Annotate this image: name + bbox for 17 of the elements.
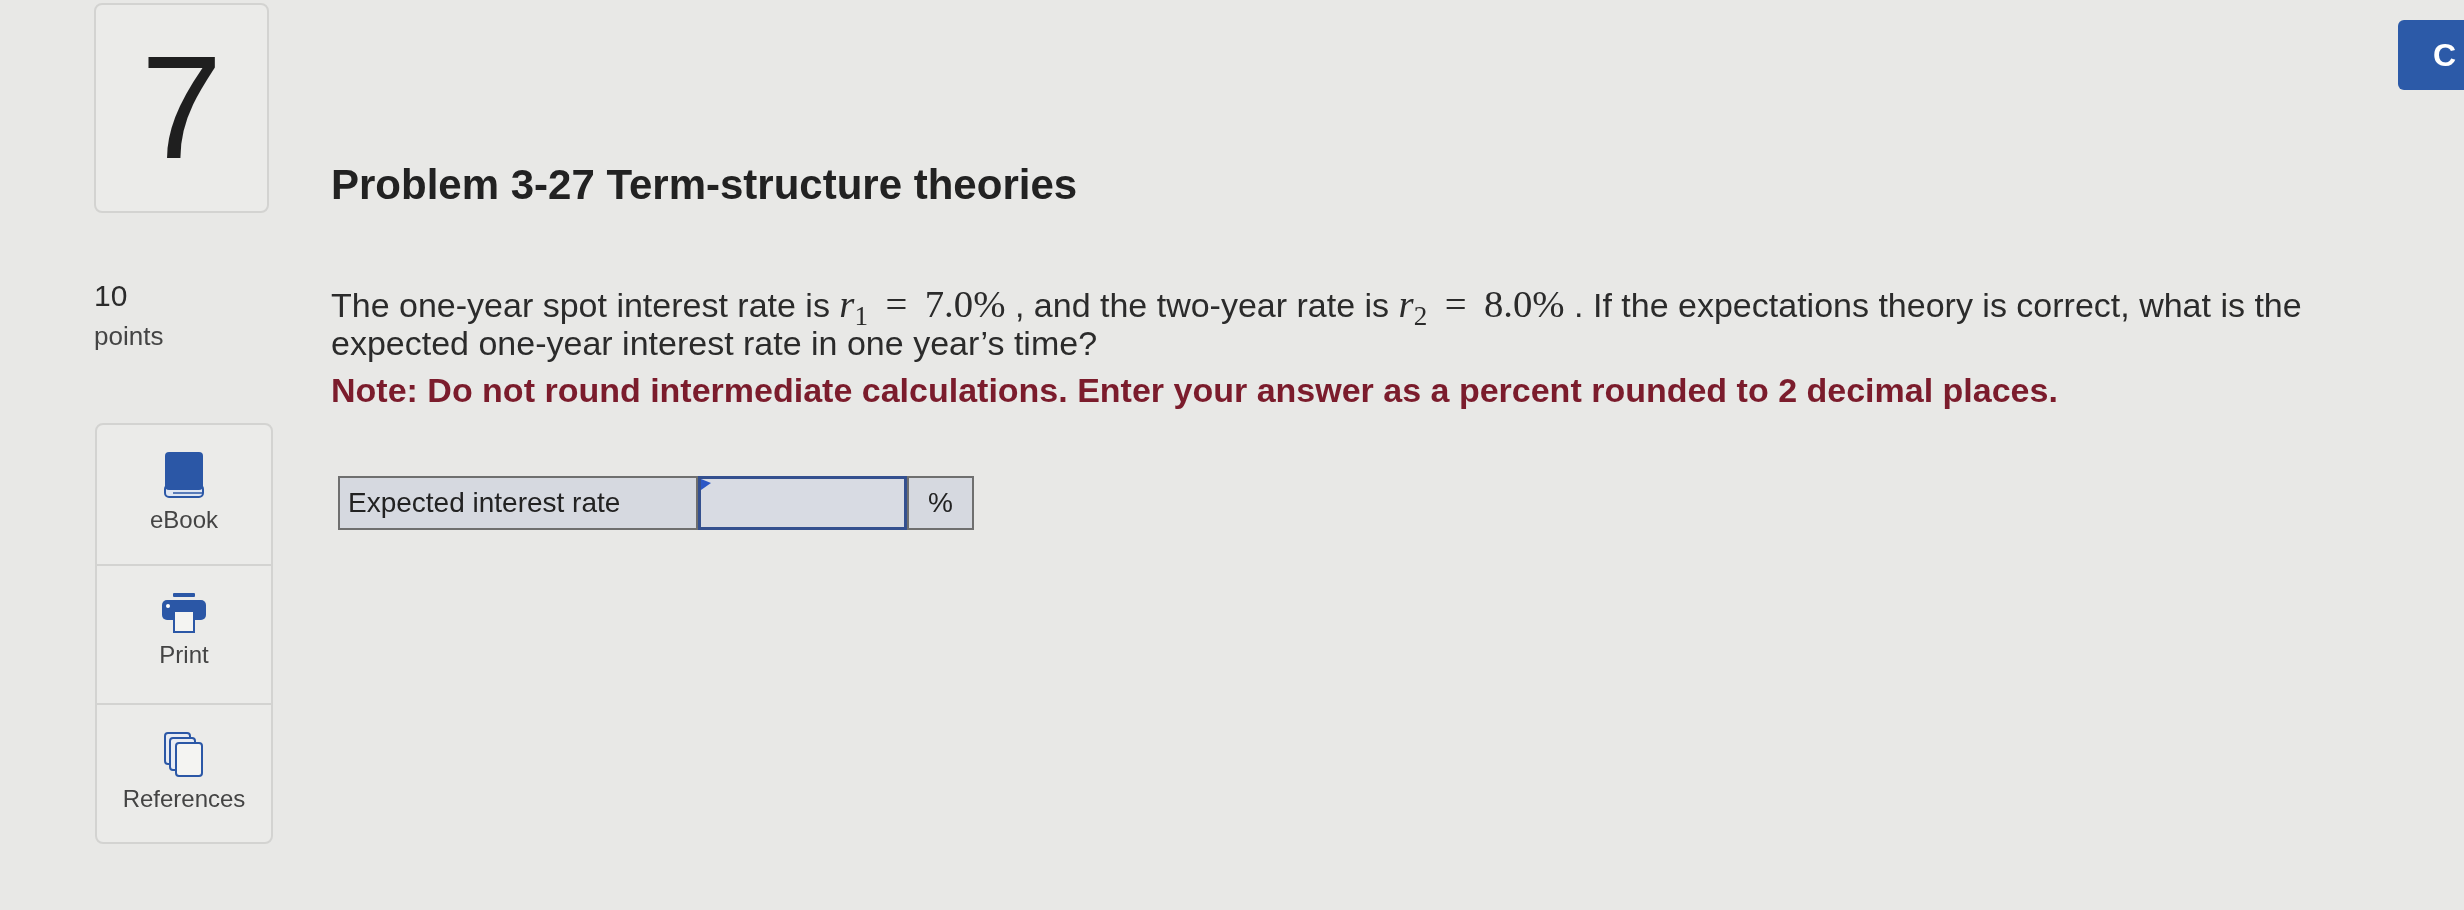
book-icon bbox=[164, 452, 204, 498]
points-label: points bbox=[94, 321, 164, 351]
print-button[interactable]: Print bbox=[97, 564, 271, 703]
question-number: 7 bbox=[94, 3, 269, 213]
points-value: 10 bbox=[94, 281, 128, 311]
answer-label-cell: Expected interest rate bbox=[338, 476, 698, 530]
action-button[interactable]: C bbox=[2397, 20, 2464, 90]
answer-input[interactable] bbox=[698, 476, 907, 530]
problem-title: Problem 3-27 Term-structure theories bbox=[331, 160, 1078, 209]
references-button[interactable]: References bbox=[97, 703, 271, 842]
ebook-button[interactable]: eBook bbox=[97, 425, 271, 564]
note-text: Note: Do not round intermediate calculations. Enter your answer as a percent rounded to 2 decimal places. bbox=[331, 371, 2058, 409]
question-text: The one-year spot interest rate is r$_{1}$ = 7.0% , and the two-year rate is r$_{2}$ = 8.0% . If the expectations theory is correct, what is the expected one-year interest rate in one year’s time? bbox=[331, 286, 2303, 362]
printer-icon bbox=[162, 593, 206, 633]
unit-cell: % bbox=[907, 476, 974, 530]
corner-flag-icon bbox=[701, 479, 711, 490]
stacked-pages-icon bbox=[164, 732, 204, 777]
